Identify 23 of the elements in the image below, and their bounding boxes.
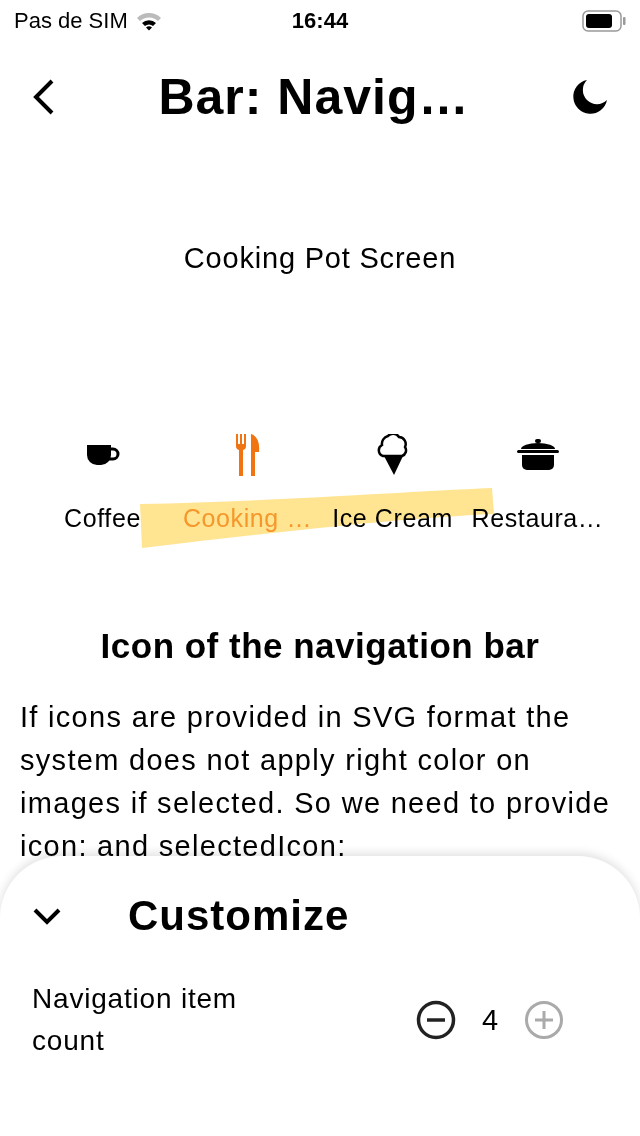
section-heading: Icon of the navigation bar (99, 625, 541, 667)
nav-tab[interactable]: Ice Cream (320, 432, 465, 533)
nav-tab[interactable]: Restaura… (465, 432, 610, 533)
carrier-label: Pas de SIM (14, 8, 128, 34)
nav-tab[interactable]: Coffee (30, 432, 175, 533)
moon-icon (570, 77, 610, 117)
minus-icon (416, 1000, 456, 1040)
sheet-title: Customize (128, 892, 350, 940)
decrement-button[interactable] (416, 1000, 456, 1040)
cooking-pot-icon (516, 439, 559, 471)
plus-icon (524, 1000, 564, 1040)
chevron-icon (32, 906, 62, 926)
setting-label: Navigation item count (32, 982, 238, 1058)
fork-knife-icon (234, 434, 261, 476)
description-text: If icons are provided in SVG format the system does not apply right color on images if selected. So we need to provide icon: and selectedIcon: (20, 700, 612, 864)
ice-cream-icon (376, 434, 409, 476)
count-value: 4 (480, 1003, 500, 1037)
wifi-icon (135, 11, 162, 31)
page-title: Bar: Navig… (157, 68, 471, 126)
clock-time: 16:44 (290, 8, 350, 34)
coffee-cup-icon (85, 443, 120, 467)
battery-icon (582, 10, 626, 32)
screen-label: Cooking Pot Screen (183, 242, 457, 276)
